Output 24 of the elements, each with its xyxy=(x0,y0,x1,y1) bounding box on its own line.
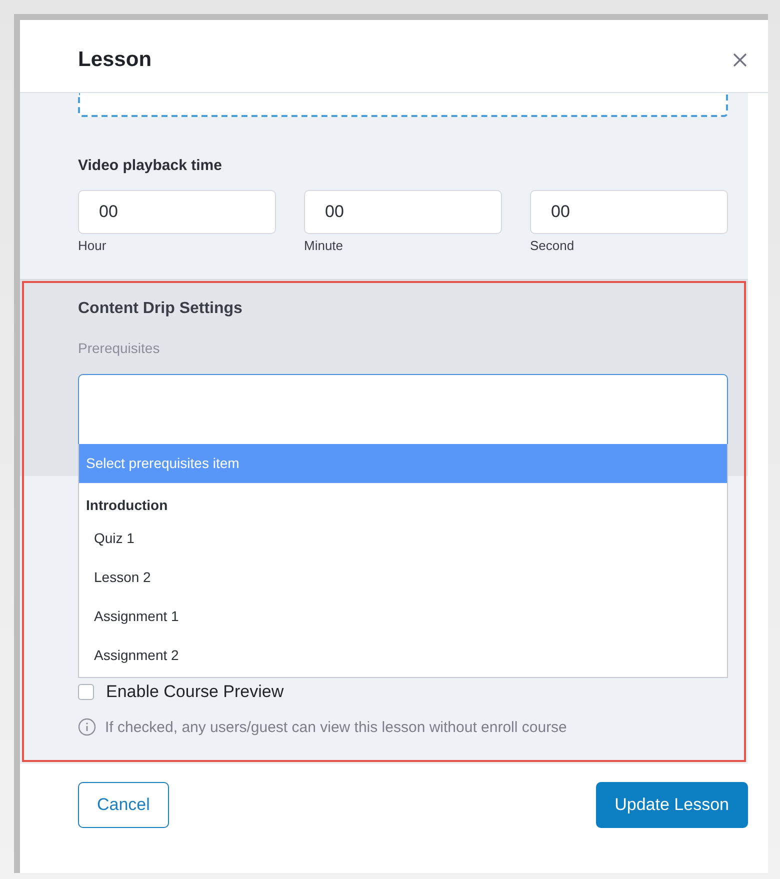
time-caption: Minute xyxy=(304,238,344,253)
time-input[interactable]: 00 xyxy=(78,190,276,234)
time-caption: Hour xyxy=(78,238,108,253)
option-group-label: Introduction xyxy=(85,496,169,515)
checkbox[interactable] xyxy=(78,684,94,700)
section-title: Content Drip Settings xyxy=(78,300,244,318)
time-input[interactable]: 00 xyxy=(304,190,502,234)
checkbox-label: Enable Course Preview xyxy=(106,682,284,702)
dropdown-option[interactable]: Lesson 2 xyxy=(79,558,727,597)
time-input[interactable]: 00 xyxy=(530,190,728,234)
hint-text: If checked, any users/guest can view this lesson without enroll course xyxy=(105,718,567,736)
field-label: Video playback time xyxy=(78,157,223,174)
dropdown-option[interactable]: Quiz 1 xyxy=(79,519,727,558)
update-button[interactable]: Update Lesson xyxy=(596,782,748,828)
close-icon[interactable] xyxy=(732,52,748,68)
prerequisites-select[interactable] xyxy=(78,374,728,446)
cancel-button[interactable]: Cancel xyxy=(78,782,169,828)
dropdown-option[interactable]: Assignment 1 xyxy=(79,597,727,636)
info-icon xyxy=(78,718,96,736)
field-label: Prerequisites xyxy=(78,340,161,356)
time-caption: Second xyxy=(530,238,576,253)
dialog-title: Lesson xyxy=(78,48,152,72)
dropdown-option[interactable]: Assignment 2 xyxy=(79,636,727,675)
upload-area[interactable] xyxy=(78,93,728,117)
